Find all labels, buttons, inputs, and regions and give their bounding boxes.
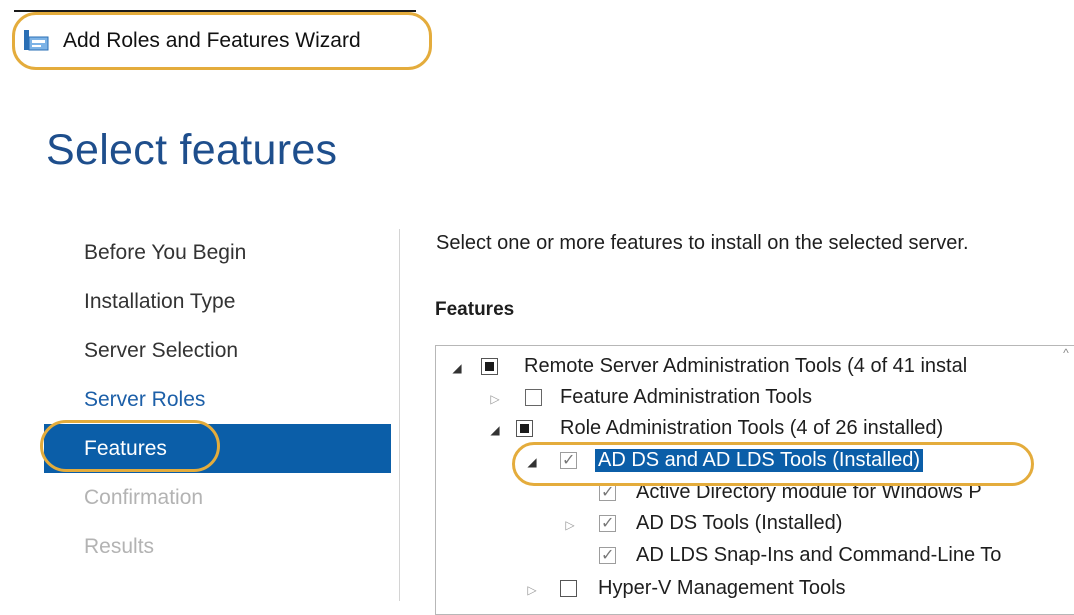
tree-row-ad-lds-snapins[interactable]: AD LDS Snap-Ins and Command-Line To [436,542,1074,574]
expand-open-icon[interactable]: ◢ [450,361,464,375]
expand-closed-icon[interactable]: ▷ [525,583,539,597]
tree-row-feature-admin-tools[interactable]: ▷ Feature Administration Tools [436,384,1074,416]
expand-closed-icon[interactable]: ▷ [488,392,502,406]
nav-item-results: Results [84,535,155,558]
instruction-text: Select one or more features to install o… [436,232,969,254]
ad-ds-lds-tools-checkbox[interactable] [560,450,577,469]
feature-admin-tools-checkbox[interactable] [525,389,542,406]
hyper-v-tools-checkbox[interactable] [560,580,577,597]
role-admin-tools-checkbox[interactable] [516,420,533,437]
expand-open-icon[interactable]: ◢ [488,423,502,437]
features-heading: Features [435,299,515,320]
tree-row-ad-ds-lds-tools[interactable]: ◢ AD DS and AD LDS Tools (Installed) [436,447,1074,479]
wizard-steps-nav: Before You Begin Installation Type Serve… [44,228,391,571]
expand-open-icon[interactable]: ◢ [525,455,539,469]
ad-ds-tools-checkbox[interactable] [599,513,616,532]
expand-closed-icon[interactable]: ▷ [563,518,577,532]
tree-row-label: AD DS Tools (Installed) [636,512,843,534]
tree-row-label: Role Administration Tools (4 of 26 insta… [560,417,944,439]
nav-item-installation-type[interactable]: Installation Type [44,277,391,326]
nav-item-server-selection[interactable]: Server Selection [44,326,391,375]
tree-row-hyper-v-tools[interactable]: ▷ Hyper-V Management Tools [436,575,1074,607]
features-tree[interactable]: ^ ◢ Remote Server Administration Tools (… [435,345,1074,615]
nav-item-server-roles[interactable]: Server Roles [44,375,391,424]
title-bar-edge [14,10,416,12]
tree-row-ad-ds-tools[interactable]: ▷ AD DS Tools (Installed) [436,510,1074,542]
tree-row-label: Hyper-V Management Tools [598,577,846,599]
tree-row-label: Feature Administration Tools [560,386,812,408]
window-title: Add Roles and Features Wizard [63,29,361,52]
page-title: Select features [46,126,338,174]
nav-item-features[interactable]: Features [44,424,391,473]
nav-divider [399,229,400,601]
tree-row-label-selected: AD DS and AD LDS Tools (Installed) [595,449,924,472]
tree-row-rsat[interactable]: ◢ Remote Server Administration Tools (4 … [436,353,1074,385]
title-bar: Add Roles and Features Wizard [0,0,1074,70]
tree-row-label: Active Directory module for Windows P [636,481,982,503]
ad-lds-snapins-checkbox[interactable] [599,545,616,564]
tree-row-label: Remote Server Administration Tools (4 of… [524,355,968,377]
nav-item-confirmation: Confirmation [84,486,204,509]
nav-item-before-you-begin[interactable]: Before You Begin [44,228,391,277]
server-wizard-icon [24,30,49,51]
rsat-checkbox[interactable] [481,358,498,375]
tree-row-role-admin-tools[interactable]: ◢ Role Administration Tools (4 of 26 ins… [436,415,1074,447]
ad-module-checkbox[interactable] [599,482,616,501]
tree-row-label: AD LDS Snap-Ins and Command-Line To [636,544,1002,566]
tree-row-ad-module[interactable]: Active Directory module for Windows P [436,479,1074,511]
